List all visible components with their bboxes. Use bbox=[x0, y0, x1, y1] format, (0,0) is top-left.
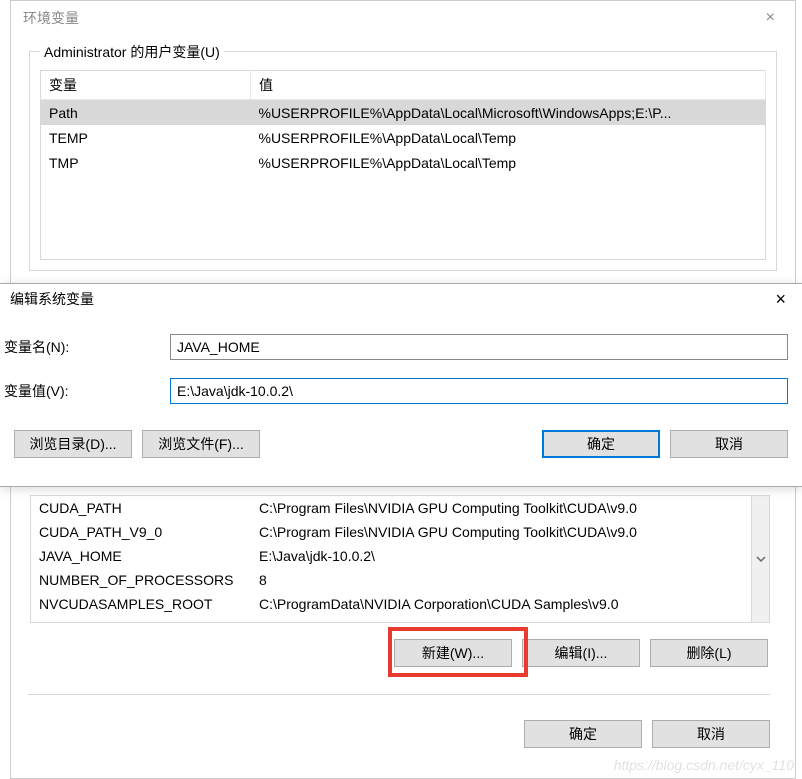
system-vars-button-row: 新建(W)... 编辑(I)... 删除(L) bbox=[30, 639, 770, 667]
edit-button[interactable]: 编辑(I)... bbox=[522, 639, 640, 667]
cell-name: TMP bbox=[41, 150, 251, 175]
user-vars-table[interactable]: 变量 值 Path %USERPROFILE%\AppData\Local\Mi… bbox=[40, 70, 766, 260]
table-row[interactable]: CUDA_PATH_V9_0 C:\Program Files\NVIDIA G… bbox=[31, 520, 769, 544]
cancel-button[interactable]: 取消 bbox=[670, 430, 788, 458]
cell-value: 8 bbox=[259, 572, 761, 588]
var-value-label: 变量值(V): bbox=[2, 381, 170, 401]
browse-file-button[interactable]: 浏览文件(F)... bbox=[142, 430, 260, 458]
system-vars-list[interactable]: CUDA_PATH C:\Program Files\NVIDIA GPU Co… bbox=[30, 495, 770, 623]
cell-value: C:\Program Files\NVIDIA GPU Computing To… bbox=[259, 524, 761, 540]
cell-name: NVCUDASAMPLES_ROOT bbox=[39, 596, 259, 612]
cell-name: CUDA_PATH bbox=[39, 500, 259, 516]
cell-name: Path bbox=[41, 100, 251, 126]
col-header-value[interactable]: 值 bbox=[251, 71, 766, 100]
scroll-down-icon[interactable] bbox=[751, 496, 769, 622]
env-vars-titlebar: 环境变量 × bbox=[11, 1, 795, 35]
group-divider bbox=[28, 694, 770, 695]
table-row[interactable]: NUMBER_OF_PROCESSORS 8 bbox=[31, 568, 769, 592]
table-row[interactable]: JAVA_HOME E:\Java\jdk-10.0.2\ bbox=[31, 544, 769, 568]
cell-name: NUMBER_OF_PROCESSORS bbox=[39, 572, 259, 588]
delete-button[interactable]: 删除(L) bbox=[650, 639, 768, 667]
edit-dialog-titlebar: 编辑系统变量 × bbox=[0, 284, 802, 314]
cell-value: %USERPROFILE%\AppData\Local\Temp bbox=[251, 125, 766, 150]
dialog-button-row: 确定 取消 bbox=[30, 720, 770, 748]
cell-value: E:\Java\jdk-10.0.2\ bbox=[259, 548, 761, 564]
col-header-name[interactable]: 变量 bbox=[41, 71, 251, 100]
user-vars-groupbox: Administrator 的用户变量(U) 变量 值 Path %USERPR… bbox=[29, 51, 777, 271]
cell-name: CUDA_PATH_V9_0 bbox=[39, 524, 259, 540]
browse-dir-button[interactable]: 浏览目录(D)... bbox=[14, 430, 132, 458]
cell-value: %USERPROFILE%\AppData\Local\Temp bbox=[251, 150, 766, 175]
close-icon[interactable]: × bbox=[769, 287, 792, 312]
edit-dialog-title: 编辑系统变量 bbox=[10, 289, 94, 309]
cell-value: %USERPROFILE%\AppData\Local\Microsoft\Wi… bbox=[251, 100, 766, 126]
ok-button[interactable]: 确定 bbox=[542, 430, 660, 458]
cell-name: TEMP bbox=[41, 125, 251, 150]
table-row[interactable]: CUDA_PATH C:\Program Files\NVIDIA GPU Co… bbox=[31, 496, 769, 520]
user-vars-legend: Administrator 的用户变量(U) bbox=[40, 42, 224, 62]
new-button[interactable]: 新建(W)... bbox=[394, 639, 512, 667]
table-row[interactable]: NVCUDASAMPLES_ROOT C:\ProgramData\NVIDIA… bbox=[31, 592, 769, 616]
table-row[interactable]: Path %USERPROFILE%\AppData\Local\Microso… bbox=[41, 100, 766, 126]
system-vars-section: CUDA_PATH C:\Program Files\NVIDIA GPU Co… bbox=[30, 495, 770, 667]
var-value-input[interactable] bbox=[170, 378, 788, 404]
edit-system-var-dialog: 编辑系统变量 × 变量名(N): 变量值(V): 浏览目录(D)... 浏览文件… bbox=[0, 283, 802, 487]
env-vars-title: 环境变量 bbox=[23, 8, 79, 28]
ok-button[interactable]: 确定 bbox=[524, 720, 642, 748]
table-row[interactable]: TMP %USERPROFILE%\AppData\Local\Temp bbox=[41, 150, 766, 175]
close-icon[interactable]: × bbox=[758, 5, 783, 31]
cell-value: C:\ProgramData\NVIDIA Corporation\CUDA S… bbox=[259, 596, 761, 612]
table-row[interactable]: TEMP %USERPROFILE%\AppData\Local\Temp bbox=[41, 125, 766, 150]
cancel-button[interactable]: 取消 bbox=[652, 720, 770, 748]
var-name-input[interactable] bbox=[170, 334, 788, 360]
var-name-label: 变量名(N): bbox=[2, 337, 170, 357]
cell-name: JAVA_HOME bbox=[39, 548, 259, 564]
cell-value: C:\Program Files\NVIDIA GPU Computing To… bbox=[259, 500, 761, 516]
